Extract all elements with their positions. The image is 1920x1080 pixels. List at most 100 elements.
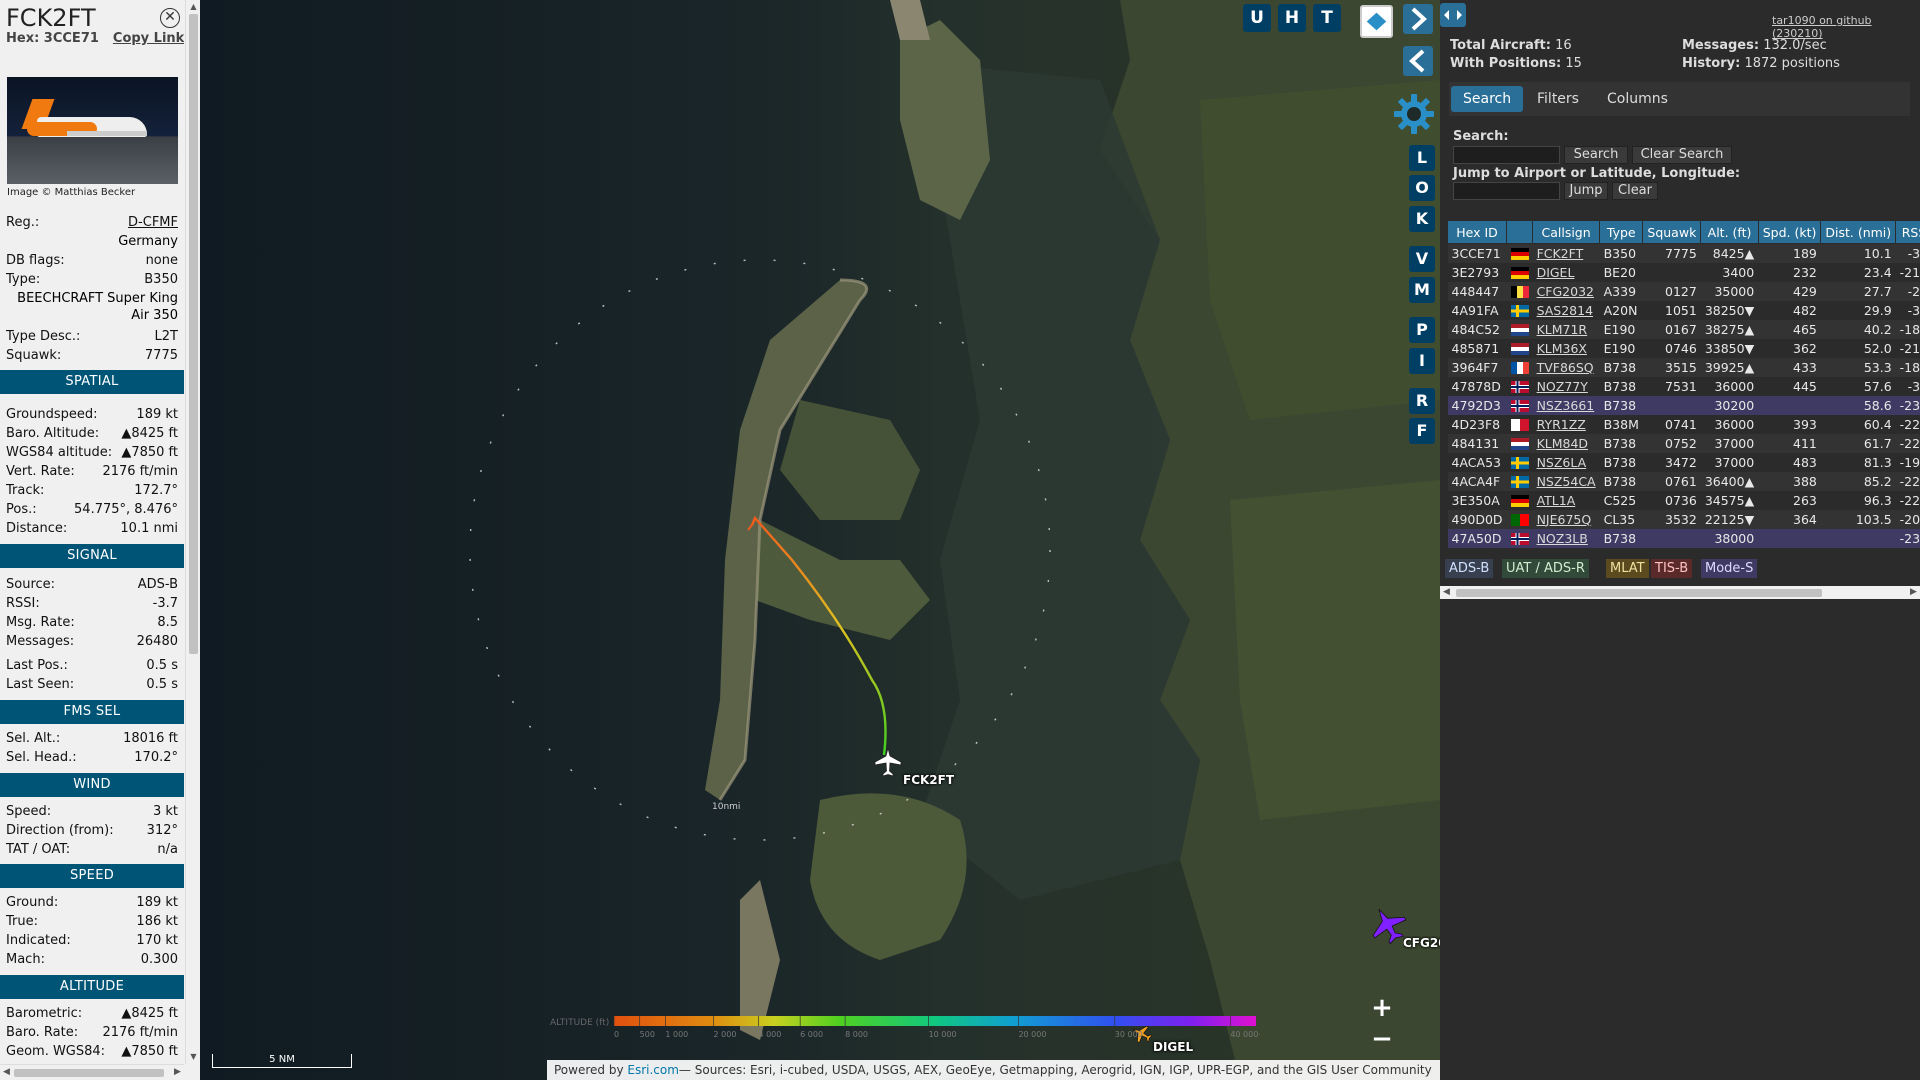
cell-call[interactable]: DIGEL	[1532, 262, 1600, 282]
country-flag-icon	[1506, 243, 1533, 263]
cell-call[interactable]: KLM36X	[1532, 338, 1600, 358]
column-header[interactable]: Spd. (kt)	[1757, 220, 1822, 244]
gear-icon[interactable]	[1392, 92, 1436, 136]
clear-button[interactable]: Clear	[1612, 182, 1658, 200]
cell-call[interactable]: NSZ3661	[1532, 395, 1600, 415]
column-header[interactable]: RSSI	[1895, 220, 1920, 244]
squawk-row: Squawk: 7775	[6, 347, 178, 364]
table-row[interactable]: 3E350AATL1AC525073634575▲26396.3-22.8n	[1447, 490, 1920, 510]
table-row[interactable]: 4D23F8RYR1ZZB38M07413600039360.4-22.5n	[1447, 414, 1920, 434]
fms-value: 170.2°	[134, 750, 178, 765]
column-header[interactable]: Dist. (nmi)	[1820, 220, 1897, 244]
cell-call[interactable]: SAS2814	[1532, 300, 1600, 320]
cell-alt: 33850▼	[1700, 338, 1759, 358]
satellite-map[interactable]: 10nmi	[200, 0, 1440, 1080]
expand-panel-icon[interactable]	[1440, 0, 1470, 30]
column-header[interactable]: Type	[1599, 220, 1644, 244]
scrollbar-thumb[interactable]	[189, 14, 198, 654]
cell-type: E190	[1599, 338, 1643, 358]
toggle-button-f[interactable]: F	[1409, 418, 1435, 444]
aircraft-list-panel: tar1090 on github (230210) Total Aircraf…	[1440, 0, 1920, 1080]
panel-tabs: Search Filters Columns	[1449, 82, 1910, 116]
table-row[interactable]: 47A50DNOZ3LBB73838000-23.5n	[1447, 528, 1920, 548]
clear-search-button[interactable]: Clear Search	[1632, 146, 1732, 164]
table-row[interactable]: 485871KLM36XE190074633850▼36252.0-21.9n	[1447, 338, 1920, 358]
cell-hex: 484C52	[1447, 319, 1507, 339]
table-row[interactable]: 484131KLM84DB73807523700041161.7-22.5n	[1447, 433, 1920, 453]
toolbar-button-h[interactable]: H	[1278, 4, 1306, 32]
cell-call[interactable]: NSZ6LA	[1532, 452, 1600, 472]
scrollbar-thumb[interactable]	[1456, 589, 1822, 597]
cell-call[interactable]: NOZ3LB	[1532, 528, 1600, 548]
cell-spd: 232	[1758, 262, 1821, 282]
map-attribution: Powered by Esri.com— Sources: Esri, i-cu…	[547, 1060, 1440, 1080]
jump-button[interactable]: Jump	[1564, 182, 1608, 200]
tab-filters[interactable]: Filters	[1525, 86, 1591, 112]
column-header[interactable]: Callsign	[1532, 220, 1601, 244]
zoom-in-button[interactable]: +	[1368, 995, 1396, 1023]
info-panel-vertical-scrollbar[interactable]: ▲ ▼	[185, 0, 200, 1064]
toolbar-button-u[interactable]: U	[1243, 4, 1271, 32]
table-row[interactable]: 47878DNOZ77YB73875313600044557.6-3.9n	[1447, 376, 1920, 396]
column-header[interactable]: Alt. (ft)	[1700, 220, 1759, 244]
map-view[interactable]: 10nmi FCK2FT DIGEL CFG2032 U H T	[200, 0, 1440, 1080]
table-row[interactable]: 4792D3NSZ3661B7383020058.6-23.5n	[1447, 395, 1920, 415]
cell-call[interactable]: NOZ77Y	[1532, 376, 1600, 396]
github-link[interactable]: tar1090 on github (230210)	[1772, 14, 1920, 40]
signal-label: Last Seen:	[6, 677, 75, 692]
cell-call[interactable]: ATL1A	[1532, 490, 1600, 510]
table-row[interactable]: 3E2793DIGELBE20340023223.4-21.7n	[1447, 262, 1920, 282]
cell-sq: 3472	[1642, 452, 1701, 472]
chevron-right-icon[interactable]	[1403, 4, 1433, 34]
toggle-button-i[interactable]: I	[1409, 348, 1435, 374]
toggle-button-m[interactable]: M	[1409, 277, 1435, 303]
esri-link[interactable]: Esri.com	[627, 1063, 679, 1077]
toolbar-button-t[interactable]: T	[1313, 4, 1341, 32]
toggle-button-o[interactable]: O	[1409, 175, 1435, 201]
cell-spd: 411	[1758, 433, 1821, 453]
table-row[interactable]: 490D0D NJE675QCL35353222125▼364103.5-20.6…	[1447, 509, 1920, 529]
tab-columns[interactable]: Columns	[1595, 86, 1680, 112]
scrollbar-thumb[interactable]	[14, 1069, 164, 1077]
toggle-button-p[interactable]: P	[1409, 317, 1435, 343]
search-input[interactable]	[1453, 146, 1560, 164]
toggle-button-v[interactable]: V	[1409, 246, 1435, 272]
chevron-left-icon[interactable]	[1403, 46, 1433, 76]
speed-row: Indicated: 170 kt	[6, 932, 178, 949]
cell-call[interactable]: FCK2FT	[1532, 243, 1600, 263]
registration-link[interactable]: D-CFMF	[128, 214, 178, 231]
tab-search[interactable]: Search	[1451, 86, 1524, 112]
info-panel-horizontal-scrollbar[interactable]: ◀ ▶	[0, 1064, 184, 1080]
toggle-button-k[interactable]: K	[1409, 206, 1435, 232]
aircraft-photo[interactable]	[7, 77, 178, 184]
table-row[interactable]: 4ACA53NSZ6LAB73834723700048381.3-19.5n	[1447, 452, 1920, 472]
spatial-value: 10.1 nmi	[120, 521, 178, 536]
copy-link-button[interactable]: Copy Link	[113, 31, 184, 46]
cell-call[interactable]: CFG2032	[1532, 281, 1600, 301]
column-header[interactable]: Squawk	[1642, 220, 1702, 244]
toggle-button-l[interactable]: L	[1409, 145, 1435, 171]
zoom-out-button[interactable]: −	[1368, 1026, 1396, 1054]
cell-call[interactable]: NSZ54CA	[1532, 471, 1600, 491]
cell-call[interactable]: RYR1ZZ	[1532, 414, 1600, 434]
search-button[interactable]: Search	[1564, 146, 1628, 164]
table-row[interactable]: 484C52KLM71RE190016738275▲46540.2-18.3n	[1447, 319, 1920, 339]
table-row[interactable]: 448447CFG2032A33901273500042927.7-2.6n	[1447, 281, 1920, 301]
cell-sq: 7531	[1642, 376, 1701, 396]
table-row[interactable]: 4A91FASAS2814A20N105138250▼48229.9-3.8n	[1447, 300, 1920, 320]
layers-icon[interactable]	[1360, 5, 1393, 38]
cell-call[interactable]: KLM84D	[1532, 433, 1600, 453]
cell-call[interactable]: TVF86SQ	[1532, 357, 1600, 377]
close-icon[interactable]: ✕	[160, 8, 180, 28]
table-row[interactable]: 4ACA4FNSZ54CAB738076136400▲38885.2-22.9n	[1447, 471, 1920, 491]
toggle-button-r[interactable]: R	[1409, 388, 1435, 414]
table-row[interactable]: 3CCE71FCK2FTB35077758425▲18910.1-3.7n	[1447, 243, 1920, 263]
jump-input[interactable]	[1453, 182, 1560, 200]
column-header[interactable]: Hex ID	[1446, 220, 1508, 244]
cell-call[interactable]: NJE675Q	[1532, 509, 1600, 529]
signal-label: RSSI:	[6, 596, 40, 611]
table-horizontal-scrollbar[interactable]: ◀ ▶	[1440, 586, 1920, 599]
column-header[interactable]	[1506, 220, 1534, 244]
table-row[interactable]: 3964F7TVF86SQB738351539925▲43353.3-18.9n	[1447, 357, 1920, 377]
cell-call[interactable]: KLM71R	[1532, 319, 1600, 339]
